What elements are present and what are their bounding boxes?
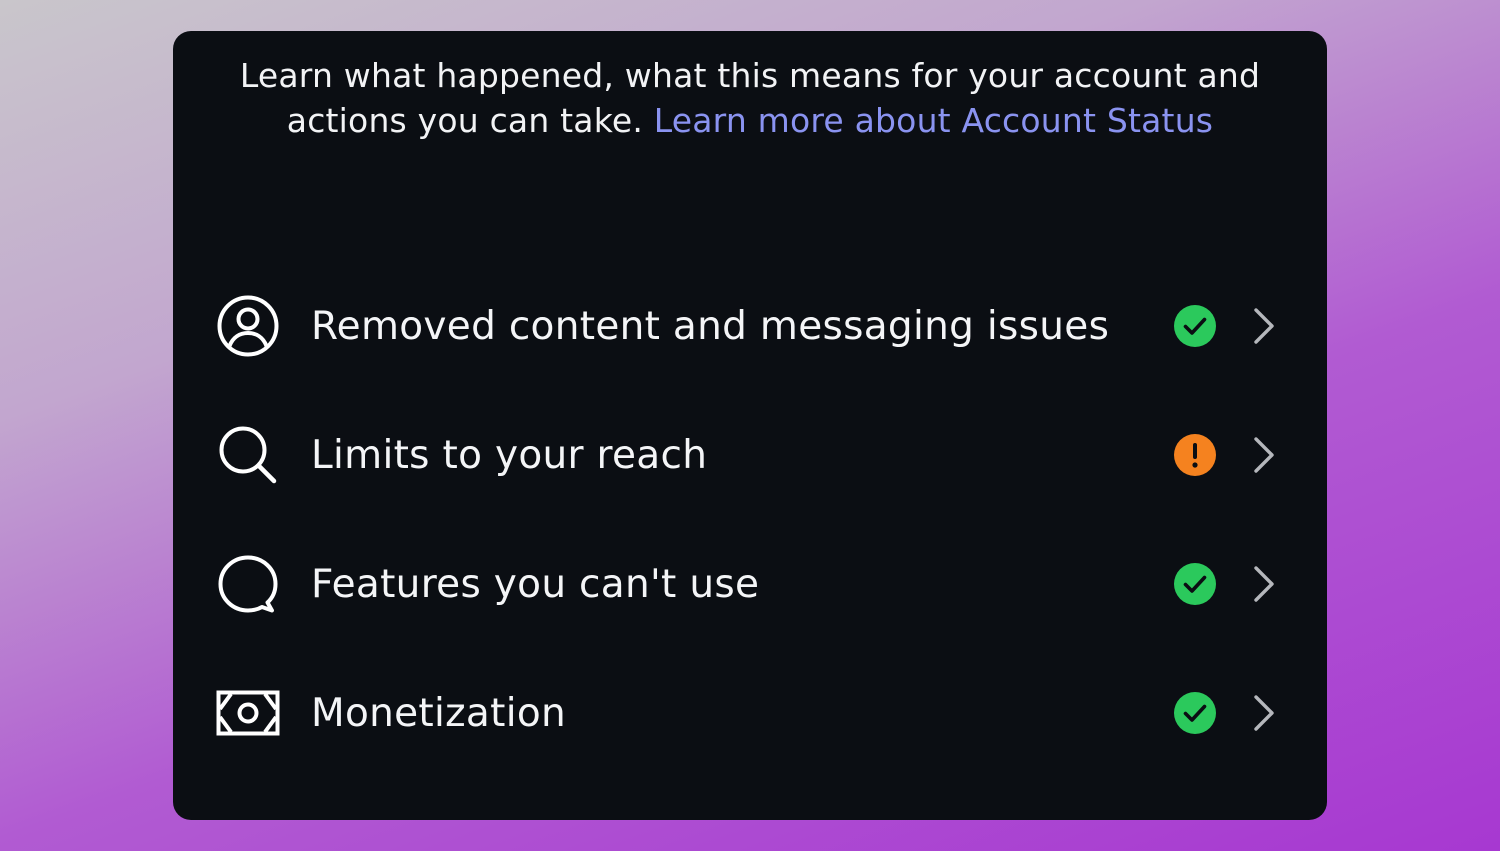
check-circle-icon xyxy=(1174,305,1216,347)
intro-text: Learn what happened, what this means for… xyxy=(233,53,1267,143)
row-label: Monetization xyxy=(311,690,567,736)
warning-circle-icon xyxy=(1174,434,1216,476)
account-status-card: Learn what happened, what this means for… xyxy=(173,31,1327,820)
chevron-right-icon xyxy=(1254,437,1274,473)
row-label: Removed content and messaging issues xyxy=(311,303,1110,349)
chevron-right-icon xyxy=(1254,566,1274,602)
row-label: Features you can't use xyxy=(311,561,760,607)
check-circle-icon xyxy=(1174,692,1216,734)
check-circle-icon xyxy=(1174,563,1216,605)
row-features[interactable]: Features you can't use xyxy=(215,539,1285,629)
row-label: Limits to your reach xyxy=(311,432,708,478)
row-removed-content[interactable]: Removed content and messaging issues xyxy=(215,281,1285,371)
money-icon xyxy=(215,680,281,746)
learn-more-link[interactable]: Learn more about Account Status xyxy=(654,101,1213,140)
person-circle-icon xyxy=(215,293,281,359)
row-limits-reach[interactable]: Limits to your reach xyxy=(215,410,1285,500)
chevron-right-icon xyxy=(1254,695,1274,731)
row-monetization[interactable]: Monetization xyxy=(215,668,1285,758)
chevron-right-icon xyxy=(1254,308,1274,344)
search-icon xyxy=(215,422,281,488)
speech-bubble-icon xyxy=(215,551,281,617)
